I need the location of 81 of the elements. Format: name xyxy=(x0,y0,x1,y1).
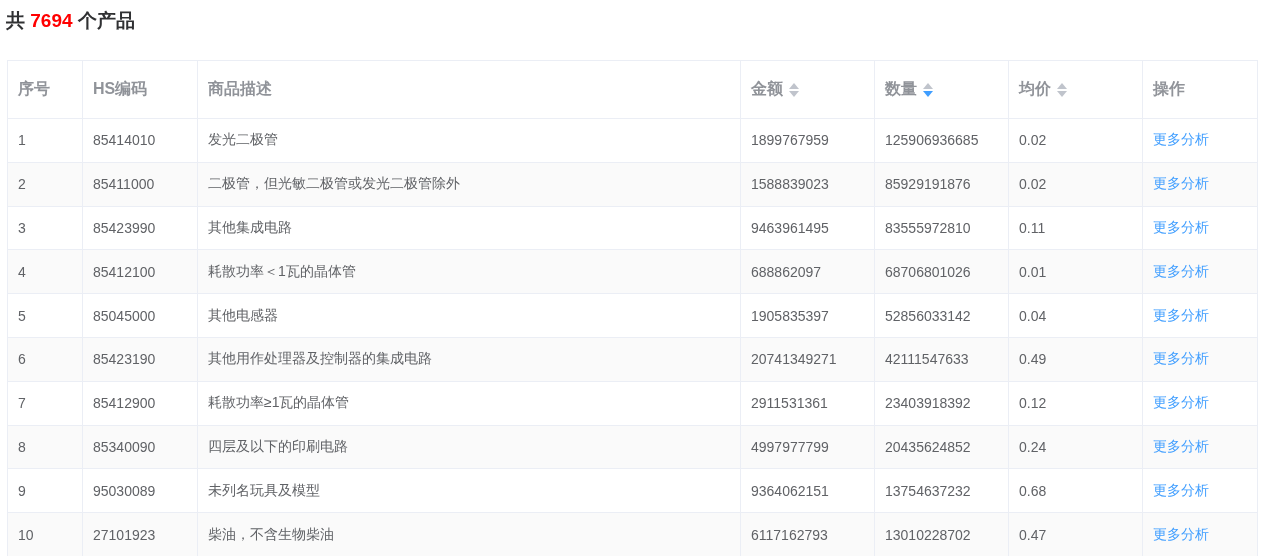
amount-cell: 2911531361 xyxy=(740,381,875,426)
hs-code-cell: 85412900 xyxy=(82,381,198,426)
column-header: 商品描述 xyxy=(197,60,741,119)
description-cell: 耗散功率≥1瓦的晶体管 xyxy=(197,381,741,426)
quantity-cell: 85929191876 xyxy=(874,162,1009,207)
description-cell: 四层及以下的印刷电路 xyxy=(197,425,741,469)
row-number: 9 xyxy=(7,468,83,513)
hs-code-cell: 85412100 xyxy=(82,249,198,294)
row-number: 3 xyxy=(7,206,83,250)
more-analysis-link[interactable]: 更多分析 xyxy=(1153,437,1209,454)
price-cell: 0.24 xyxy=(1008,425,1143,469)
hs-code-cell: 85411000 xyxy=(82,162,198,207)
price-cell: 0.68 xyxy=(1008,468,1143,513)
row-number: 8 xyxy=(7,425,83,469)
row-number: 1 xyxy=(7,118,83,163)
row-number: 7 xyxy=(7,381,83,426)
row-number: 5 xyxy=(7,293,83,338)
more-analysis-link[interactable]: 更多分析 xyxy=(1153,262,1209,279)
amount-cell: 6117162793 xyxy=(740,512,875,556)
amount-cell: 4997977799 xyxy=(740,425,875,469)
row-number: 6 xyxy=(7,337,83,382)
price-cell: 0.02 xyxy=(1008,118,1143,163)
hs-code-cell: 85414010 xyxy=(82,118,198,163)
quantity-cell: 13754637232 xyxy=(874,468,1009,513)
row-number: 10 xyxy=(7,512,83,556)
more-analysis-link[interactable]: 更多分析 xyxy=(1153,219,1209,235)
quantity-cell: 83555972810 xyxy=(874,206,1009,250)
column-header[interactable]: 数量 xyxy=(885,79,917,100)
description-cell: 其他集成电路 xyxy=(197,206,741,250)
hs-code-cell: 85423190 xyxy=(82,337,198,382)
price-cell: 0.49 xyxy=(1008,337,1143,382)
column-header[interactable]: 金额 xyxy=(751,79,783,100)
amount-cell: 688862097 xyxy=(740,249,875,294)
row-number: 4 xyxy=(7,249,83,294)
sort-icon[interactable] xyxy=(923,82,933,97)
quantity-cell: 52856033142 xyxy=(874,293,1009,338)
more-analysis-link[interactable]: 更多分析 xyxy=(1153,131,1209,148)
sort-icon[interactable] xyxy=(1057,82,1067,97)
description-cell: 发光二极管 xyxy=(197,118,741,163)
column-header: 序号 xyxy=(7,60,83,119)
price-cell: 0.47 xyxy=(1008,512,1143,556)
price-cell: 0.11 xyxy=(1008,206,1143,250)
description-cell: 柴油，不含生物柴油 xyxy=(197,512,741,556)
amount-cell: 1905835397 xyxy=(740,293,875,338)
amount-cell: 9364062151 xyxy=(740,468,875,513)
quantity-cell: 20435624852 xyxy=(874,425,1009,469)
amount-cell: 9463961495 xyxy=(740,206,875,250)
hs-code-cell: 27101923 xyxy=(82,512,198,556)
amount-cell: 1899767959 xyxy=(740,118,875,163)
hs-code-cell: 95030089 xyxy=(82,468,198,513)
more-analysis-link[interactable]: 更多分析 xyxy=(1153,306,1209,323)
row-number: 2 xyxy=(7,162,83,207)
description-cell: 二极管，但光敏二极管或发光二极管除外 xyxy=(197,162,741,207)
description-cell: 其他电感器 xyxy=(197,293,741,338)
quantity-cell: 23403918392 xyxy=(874,381,1009,426)
more-analysis-link[interactable]: 更多分析 xyxy=(1153,525,1209,542)
column-header[interactable]: 均价 xyxy=(1019,79,1051,100)
price-cell: 0.01 xyxy=(1008,249,1143,294)
more-analysis-link[interactable]: 更多分析 xyxy=(1153,481,1209,498)
hs-code-cell: 85423990 xyxy=(82,206,198,250)
product-count-title: 共 7694 个产品 xyxy=(6,9,135,33)
quantity-cell: 125906936685 xyxy=(874,118,1009,163)
description-cell: 未列名玩具及模型 xyxy=(197,468,741,513)
amount-cell: 1588839023 xyxy=(740,162,875,207)
hs-code-cell: 85340090 xyxy=(82,425,198,469)
column-header: 操作 xyxy=(1142,60,1258,119)
description-cell: 其他用作处理器及控制器的集成电路 xyxy=(197,337,741,382)
more-analysis-link[interactable]: 更多分析 xyxy=(1153,350,1209,367)
description-cell: 耗散功率＜1瓦的晶体管 xyxy=(197,249,741,294)
quantity-cell: 13010228702 xyxy=(874,512,1009,556)
amount-cell: 20741349271 xyxy=(740,337,875,382)
hs-code-cell: 85045000 xyxy=(82,293,198,338)
more-analysis-link[interactable]: 更多分析 xyxy=(1153,394,1209,411)
price-cell: 0.12 xyxy=(1008,381,1143,426)
quantity-cell: 42111547633 xyxy=(874,337,1009,382)
more-analysis-link[interactable]: 更多分析 xyxy=(1153,175,1209,192)
price-cell: 0.04 xyxy=(1008,293,1143,338)
column-header: HS编码 xyxy=(82,60,198,119)
sort-icon[interactable] xyxy=(789,82,799,97)
price-cell: 0.02 xyxy=(1008,162,1143,207)
quantity-cell: 68706801026 xyxy=(874,249,1009,294)
